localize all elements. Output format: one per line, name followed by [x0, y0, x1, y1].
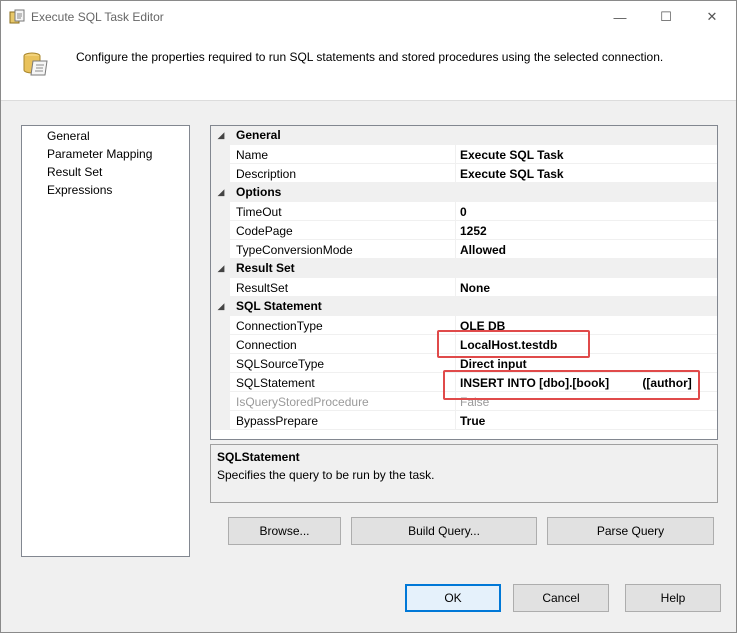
collapse-icon[interactable]: ◢ [215, 129, 227, 141]
sql-task-icon [23, 52, 48, 76]
maximize-icon: ☐ [660, 9, 672, 24]
category-label: General [236, 128, 281, 142]
property-name: TimeOut [236, 205, 282, 219]
property-row-typeconversionmode[interactable]: TypeConversionMode Allowed [211, 240, 717, 259]
property-name: CodePage [236, 224, 293, 238]
property-description-panel: SQLStatement Specifies the query to be r… [210, 444, 718, 503]
property-row-codepage[interactable]: CodePage 1252 [211, 221, 717, 240]
property-value[interactable]: Allowed [460, 243, 506, 257]
property-value[interactable]: 1252 [460, 224, 487, 238]
property-row-bypassprepare[interactable]: BypassPrepare True [211, 411, 717, 430]
property-row-timeout[interactable]: TimeOut 0 [211, 202, 717, 221]
property-name: SQLSourceType [236, 357, 325, 371]
property-grid: ◢ General Name Execute SQL Task Descript… [210, 125, 718, 440]
property-name: BypassPrepare [236, 414, 319, 428]
header-description: Configure the properties required to run… [76, 50, 664, 64]
property-name: ResultSet [236, 281, 289, 295]
build-query-button[interactable]: Build Query... [351, 517, 537, 545]
parse-query-button[interactable]: Parse Query [547, 517, 714, 545]
browse-button[interactable]: Browse... [228, 517, 341, 545]
close-icon: ✕ [706, 9, 718, 24]
property-name: Name [236, 148, 269, 162]
minimize-button[interactable]: — [597, 1, 643, 33]
category-sql-statement[interactable]: ◢ SQL Statement [211, 297, 717, 316]
dialog-header: Configure the properties required to run… [1, 33, 736, 101]
ssis-task-icon [9, 9, 25, 24]
help-button[interactable]: Help [625, 584, 721, 612]
description-title: SQLStatement [217, 450, 300, 464]
category-label: Result Set [236, 261, 295, 275]
collapse-icon[interactable]: ◢ [215, 262, 227, 274]
sqlstatement-highlight-box [443, 370, 700, 400]
property-name: TypeConversionMode [236, 243, 353, 257]
collapse-icon[interactable]: ◢ [215, 300, 227, 312]
property-value[interactable]: True [460, 414, 485, 428]
property-value[interactable]: Execute SQL Task [460, 167, 564, 181]
category-general[interactable]: ◢ General [211, 126, 717, 145]
property-name: ConnectionType [236, 319, 323, 333]
nav-item-result-set[interactable]: Result Set [47, 165, 102, 179]
nav-item-general[interactable]: General [47, 129, 90, 143]
property-row-description[interactable]: Description Execute SQL Task [211, 164, 717, 183]
property-value[interactable]: Direct input [460, 357, 527, 371]
window-title: Execute SQL Task Editor [31, 10, 164, 24]
property-value[interactable]: None [460, 281, 490, 295]
page-navigator: General Parameter Mapping Result Set Exp… [21, 125, 190, 557]
maximize-button[interactable]: ☐ [643, 1, 689, 33]
nav-item-expressions[interactable]: Expressions [47, 183, 112, 197]
connection-highlight-box [437, 330, 590, 358]
description-text: Specifies the query to be run by the tas… [217, 468, 435, 482]
title-bar: Execute SQL Task Editor — ☐ ✕ [1, 1, 736, 33]
collapse-icon[interactable]: ◢ [215, 186, 227, 198]
property-row-name[interactable]: Name Execute SQL Task [211, 145, 717, 164]
category-label: SQL Statement [236, 299, 322, 313]
close-button[interactable]: ✕ [689, 1, 735, 33]
property-name: SQLStatement [236, 376, 315, 390]
category-options[interactable]: ◢ Options [211, 183, 717, 202]
category-label: Options [236, 185, 282, 199]
dialog-window: Execute SQL Task Editor — ☐ ✕ Configure … [0, 0, 737, 633]
property-name: Connection [236, 338, 297, 352]
property-name: IsQueryStoredProcedure [236, 395, 369, 409]
property-name: Description [236, 167, 297, 181]
property-value[interactable]: 0 [460, 205, 467, 219]
cancel-button[interactable]: Cancel [513, 584, 609, 612]
nav-item-parameter-mapping[interactable]: Parameter Mapping [47, 147, 152, 161]
property-row-resultset[interactable]: ResultSet None [211, 278, 717, 297]
property-value[interactable]: Execute SQL Task [460, 148, 564, 162]
minimize-icon: — [613, 9, 627, 25]
category-result-set[interactable]: ◢ Result Set [211, 259, 717, 278]
ok-button[interactable]: OK [405, 584, 501, 612]
